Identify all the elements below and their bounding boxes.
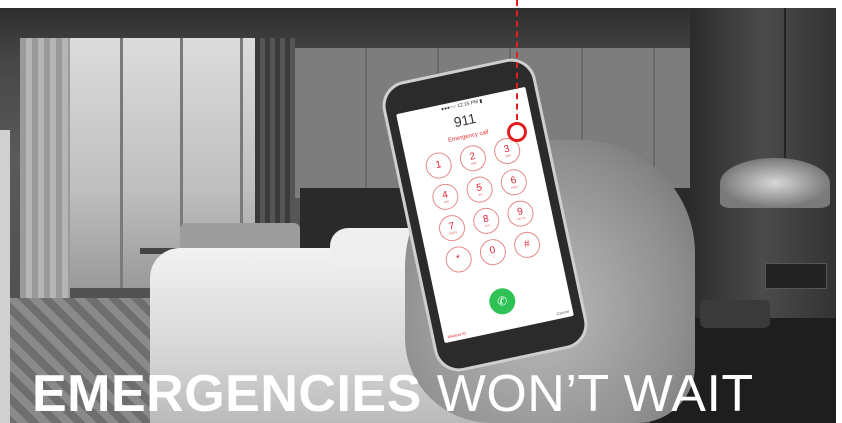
key-letters: ABC bbox=[470, 160, 478, 166]
window-mullion bbox=[120, 38, 123, 288]
key-letters: + bbox=[492, 254, 496, 259]
key-letters: JKL bbox=[477, 191, 484, 197]
key-letters: TUV bbox=[483, 222, 491, 228]
keypad-key[interactable]: 1 bbox=[423, 150, 455, 181]
wall-outlet bbox=[765, 263, 827, 289]
headline-emphasis: EMERGENCIES bbox=[32, 365, 422, 423]
pendant-lamp-shade bbox=[720, 158, 830, 208]
headline-rest: WON’T WAIT bbox=[436, 365, 754, 423]
keypad-key[interactable]: 9 WXYZ bbox=[505, 198, 536, 230]
keypad-key[interactable]: 4 GHI bbox=[429, 181, 461, 213]
keypad-key[interactable]: 2 ABC bbox=[457, 142, 489, 174]
keypad-key[interactable]: # bbox=[511, 229, 543, 261]
key-letters: DEF bbox=[504, 152, 512, 158]
phone-handset-icon: ✆ bbox=[495, 293, 509, 310]
left-edge-panel bbox=[0, 130, 10, 423]
callout-dashed-line bbox=[516, 0, 518, 120]
keypad-key[interactable]: * bbox=[443, 244, 475, 275]
key-digit: # bbox=[523, 238, 531, 251]
sheer-curtain bbox=[20, 38, 70, 318]
keypad-key[interactable]: 8 TUV bbox=[470, 205, 502, 237]
callout-circle-marker bbox=[507, 122, 527, 142]
key-letters: MNO bbox=[510, 184, 519, 190]
pendant-lamp-cord bbox=[784, 8, 786, 158]
keypad: 1 2 ABC 3 DEF 4 GHI 5 JKL 6 MNO 7 PQRS 8 TUV 9W… bbox=[423, 135, 543, 275]
headline: EMERGENCIES WON’T WAIT bbox=[32, 362, 842, 423]
cancel-link[interactable]: Cancel bbox=[556, 309, 569, 316]
keypad-key[interactable]: 7 PQRS bbox=[436, 212, 468, 244]
key-digit: * bbox=[455, 253, 462, 265]
hero-banner: ●●●○○ 12:15 PM ▮ 911 Emergency call 1 2A… bbox=[0, 0, 842, 423]
desk-phone bbox=[700, 300, 770, 328]
key-digit: 1 bbox=[434, 159, 443, 172]
medical-id-link[interactable]: Medical ID bbox=[447, 331, 467, 340]
key-letters: GHI bbox=[443, 198, 450, 204]
call-button[interactable]: ✆ bbox=[486, 285, 518, 317]
key-letters: WXYZ bbox=[516, 215, 527, 221]
keypad-key[interactable]: 0 + bbox=[477, 236, 509, 268]
key-letters: PQRS bbox=[448, 229, 458, 236]
keypad-key[interactable]: 5 JKL bbox=[464, 174, 496, 205]
keypad-key[interactable]: 6 MNO bbox=[498, 166, 530, 198]
